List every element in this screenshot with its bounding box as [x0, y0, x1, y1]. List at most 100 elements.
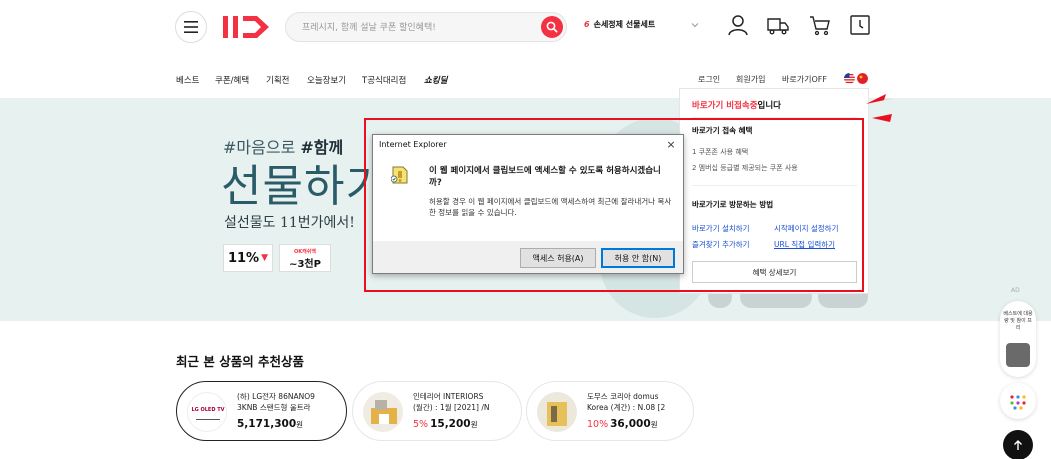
divider — [692, 117, 857, 118]
side-ad-thumbnail — [1006, 343, 1030, 367]
nav-coupon[interactable]: 쿠폰/혜택 — [215, 74, 249, 86]
shocking-deal-label: 쇼킹딜 — [424, 76, 448, 86]
discount-rate: 10% — [587, 419, 609, 430]
product-name: (하) LG전자 86NANO9 3KNB 스탠드형 울트라 — [237, 391, 347, 413]
side-ad-card[interactable]: 베스트에 대용량 및 참이 프리 — [1000, 301, 1036, 377]
banner-title: 선물하기 — [221, 161, 387, 212]
magazine-product-image — [363, 392, 403, 432]
menu-button[interactable] — [175, 11, 207, 43]
install-shortcut-link[interactable]: 바로가기 설치하기 — [692, 223, 750, 234]
product-price: 5,171,300원 — [237, 418, 303, 430]
user-icon[interactable] — [726, 13, 750, 37]
product-thumbnail — [363, 392, 403, 432]
benefit-item-1: 1 쿠폰존 사용 혜택 — [692, 148, 749, 156]
nav-best[interactable]: 베스트 — [176, 74, 199, 86]
close-icon[interactable]: × — [663, 137, 679, 153]
product-price: 5% 15,200원 — [413, 418, 478, 430]
bookmark-panel: 바로가기 비접속중입니다 바로가기 접속 혜택 1 쿠폰존 사용 혜택 2 멤버… — [679, 88, 869, 294]
price-value: 15,200 — [430, 418, 471, 430]
product-price: 10% 36,000원 — [587, 418, 658, 430]
nav-exhibition[interactable]: 기획전 — [266, 74, 289, 86]
arrow-down-icon: ▼ — [261, 253, 269, 263]
nav-t-agency[interactable]: T공식대리점 — [362, 74, 406, 86]
method-title: 바로가기로 방문하는 방법 — [692, 200, 774, 209]
dialog-title: Internet Explorer — [379, 140, 447, 149]
tv-product-image: LG OLED TV — [191, 407, 225, 420]
bookmark-status-red: 바로가기 비접속중 — [692, 101, 758, 111]
dialog-body: 이 웹 페이지에서 클립보드에 액세스할 수 있도록 허용하시겠습니까? 허용할… — [373, 155, 683, 241]
banner-description: 설선물도 11번가에서! — [224, 215, 355, 231]
search-button[interactable] — [541, 16, 563, 38]
keyword-text: 손세정제 선물세트 — [593, 20, 656, 29]
product-name-line-1: 인테리어 INTERIORS — [413, 392, 484, 401]
divider — [692, 185, 857, 186]
arrow-annotation-icon — [866, 94, 894, 122]
benefit-detail-button[interactable]: 혜택 상세보기 — [692, 261, 857, 283]
set-homepage-link[interactable]: 시작페이지 설정하기 — [774, 223, 838, 234]
chevron-down-icon[interactable] — [690, 20, 700, 30]
signup-link[interactable]: 회원가입 — [736, 74, 765, 85]
cashback-points: ~3천P — [289, 259, 321, 270]
clipboard-permission-dialog: Internet Explorer × 이 웹 페이지에서 클립보드에 액세스할… — [372, 134, 684, 274]
cashback-badge: OK캐쉬백 ~3천P — [279, 244, 331, 272]
price-unit: 원 — [296, 420, 304, 429]
hamburger-icon — [184, 21, 198, 33]
trending-keyword[interactable]: 6 손세정제 선물세트 — [584, 19, 655, 30]
scroll-top-button[interactable] — [1003, 430, 1033, 459]
cashback-tag: OK캐쉬백 — [294, 249, 316, 255]
dialog-question: 이 웹 페이지에서 클립보드에 액세스할 수 있도록 허용하시겠습니까? — [429, 166, 661, 188]
product-card[interactable]: 인테리어 INTERIORS (월간) : 1월 [2021] /N 5% 15,… — [352, 381, 522, 441]
nav-grocery[interactable]: 오늘장보기 — [307, 74, 346, 86]
product-name-line-2: (월간) : 1월 [2021] /N — [413, 403, 490, 412]
cn-flag-icon[interactable] — [857, 73, 868, 84]
us-flag-icon[interactable] — [844, 73, 855, 84]
security-warning-icon — [391, 166, 408, 184]
header: 6손세정제 선물세트 — [0, 0, 1051, 56]
bookmark-status: 바로가기 비접속중입니다 — [692, 99, 781, 111]
logo-11st[interactable] — [221, 12, 273, 42]
product-thumb-label: LG OLED TV — [191, 407, 224, 413]
price-unit: 원 — [470, 420, 478, 429]
product-thumbnail — [537, 392, 577, 432]
product-name-line-2: Korea (계간) : N.08 [2 — [587, 403, 666, 412]
discount-badge: 11% ▼ — [223, 244, 273, 272]
dialog-titlebar: Internet Explorer × — [373, 135, 683, 155]
product-name-line-1: 도무스 코리아 domus — [587, 392, 659, 401]
search-input[interactable] — [302, 19, 538, 37]
recent-section-title: 최근 본 상품의 추천상품 — [176, 354, 305, 369]
side-item-image — [1010, 395, 1026, 410]
add-favorite-link[interactable]: 즐겨찾기 추가하기 — [692, 239, 750, 250]
bookmark-toggle[interactable]: 바로가기OFF — [782, 74, 827, 85]
discount-rate: 5% — [413, 419, 429, 430]
side-recent-item[interactable] — [1000, 383, 1036, 419]
arrow-up-icon — [1014, 440, 1022, 450]
side-ad-text: 베스트에 대용량 및 참이 프리 — [1003, 311, 1033, 331]
product-card[interactable]: 도무스 코리아 domus Korea (계간) : N.08 [2 10% 36… — [526, 381, 694, 441]
nav-shocking-deal[interactable]: 쇼킹딜 — [424, 74, 447, 86]
product-thumbnail: LG OLED TV — [187, 392, 227, 432]
product-name: 도무스 코리아 domus Korea (계간) : N.08 [2 — [587, 391, 697, 413]
benefit-title: 바로가기 접속 혜택 — [692, 126, 753, 135]
deny-access-button[interactable]: 허용 안 함(N) — [601, 248, 675, 268]
magazine-product-image — [537, 392, 577, 432]
dialog-message: 허용할 경우 이 웹 페이지에서 클립보드에 액세스하여 최근에 잘라내거나 복… — [429, 197, 672, 217]
cart-icon[interactable] — [808, 13, 832, 37]
benefit-item-2: 2 멤버십 등급별 제공되는 쿠폰 사용 — [692, 164, 798, 172]
recent-view-icon[interactable] — [848, 13, 872, 37]
login-link[interactable]: 로그인 — [698, 74, 720, 85]
product-name-line-2: 3KNB 스탠드형 울트라 — [237, 403, 311, 412]
price-unit: 원 — [650, 420, 658, 429]
product-card[interactable]: LG OLED TV (하) LG전자 86NANO9 3KNB 스탠드형 울트… — [176, 381, 347, 441]
bookmark-status-rest: 입니다 — [757, 101, 781, 111]
product-name: 인테리어 INTERIORS (월간) : 1월 [2021] /N — [413, 391, 523, 413]
price-value: 5,171,300 — [237, 418, 297, 430]
allow-access-button[interactable]: 액세스 허용(A) — [520, 248, 596, 268]
delivery-truck-icon[interactable] — [766, 13, 790, 37]
keyword-rank: 6 — [584, 20, 590, 29]
price-value: 36,000 — [610, 418, 651, 430]
discount-badge-text: 11% — [227, 250, 260, 266]
product-name-line-1: (하) LG전자 86NANO9 — [237, 392, 315, 401]
search-bar — [285, 12, 567, 42]
search-icon — [546, 21, 558, 33]
enter-url-link[interactable]: URL 직접 입력하기 — [774, 239, 835, 250]
